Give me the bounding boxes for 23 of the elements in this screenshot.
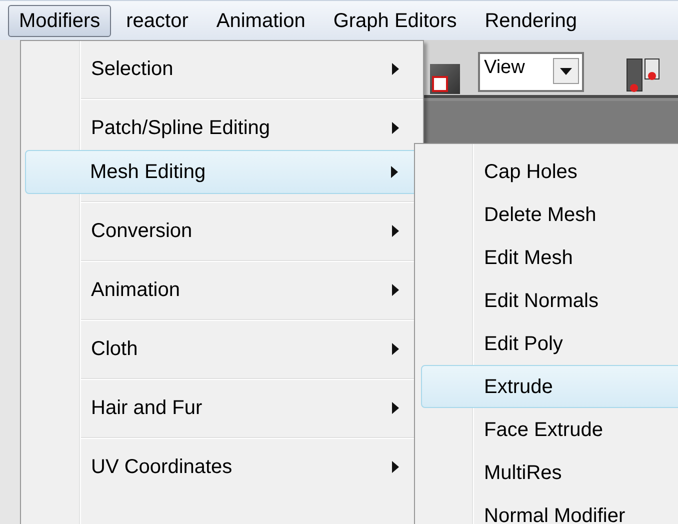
view-dropdown[interactable]: View <box>478 52 584 92</box>
menu-item[interactable]: Delete Mesh <box>421 193 678 236</box>
menu-item[interactable]: Edit Normals <box>421 279 678 322</box>
menu-item[interactable]: Selection <box>26 47 420 91</box>
menu-bar-item[interactable]: Rendering <box>472 4 590 36</box>
color-swatch-icon[interactable] <box>430 64 460 94</box>
menu-item[interactable]: Edit Poly <box>421 322 678 365</box>
menu-item[interactable]: MultiRes <box>421 451 678 494</box>
menu-bar-item[interactable]: Animation <box>203 4 318 36</box>
menu-item[interactable]: Conversion <box>26 209 420 253</box>
menu-bar-item[interactable]: Modifiers <box>8 4 112 36</box>
menu-item[interactable]: Face Extrude <box>421 408 678 451</box>
menu-item[interactable]: Hair and Fur <box>26 386 420 430</box>
menu-item[interactable]: UV Coordinates <box>26 445 420 489</box>
dropdown-caret-icon[interactable] <box>553 58 579 84</box>
menu-bar-item[interactable]: Graph Editors <box>320 4 470 36</box>
menu-item[interactable]: Extrude <box>421 365 678 408</box>
menu-item[interactable]: Patch/Spline Editing <box>26 106 420 150</box>
menu-item[interactable]: Edit Mesh <box>421 236 678 279</box>
menu-item[interactable]: Normal Modifier <box>421 494 678 524</box>
menu-bar-item[interactable]: reactor <box>113 4 202 36</box>
menu-item[interactable]: Cloth <box>26 327 420 371</box>
menu-item[interactable]: Animation <box>26 268 420 312</box>
